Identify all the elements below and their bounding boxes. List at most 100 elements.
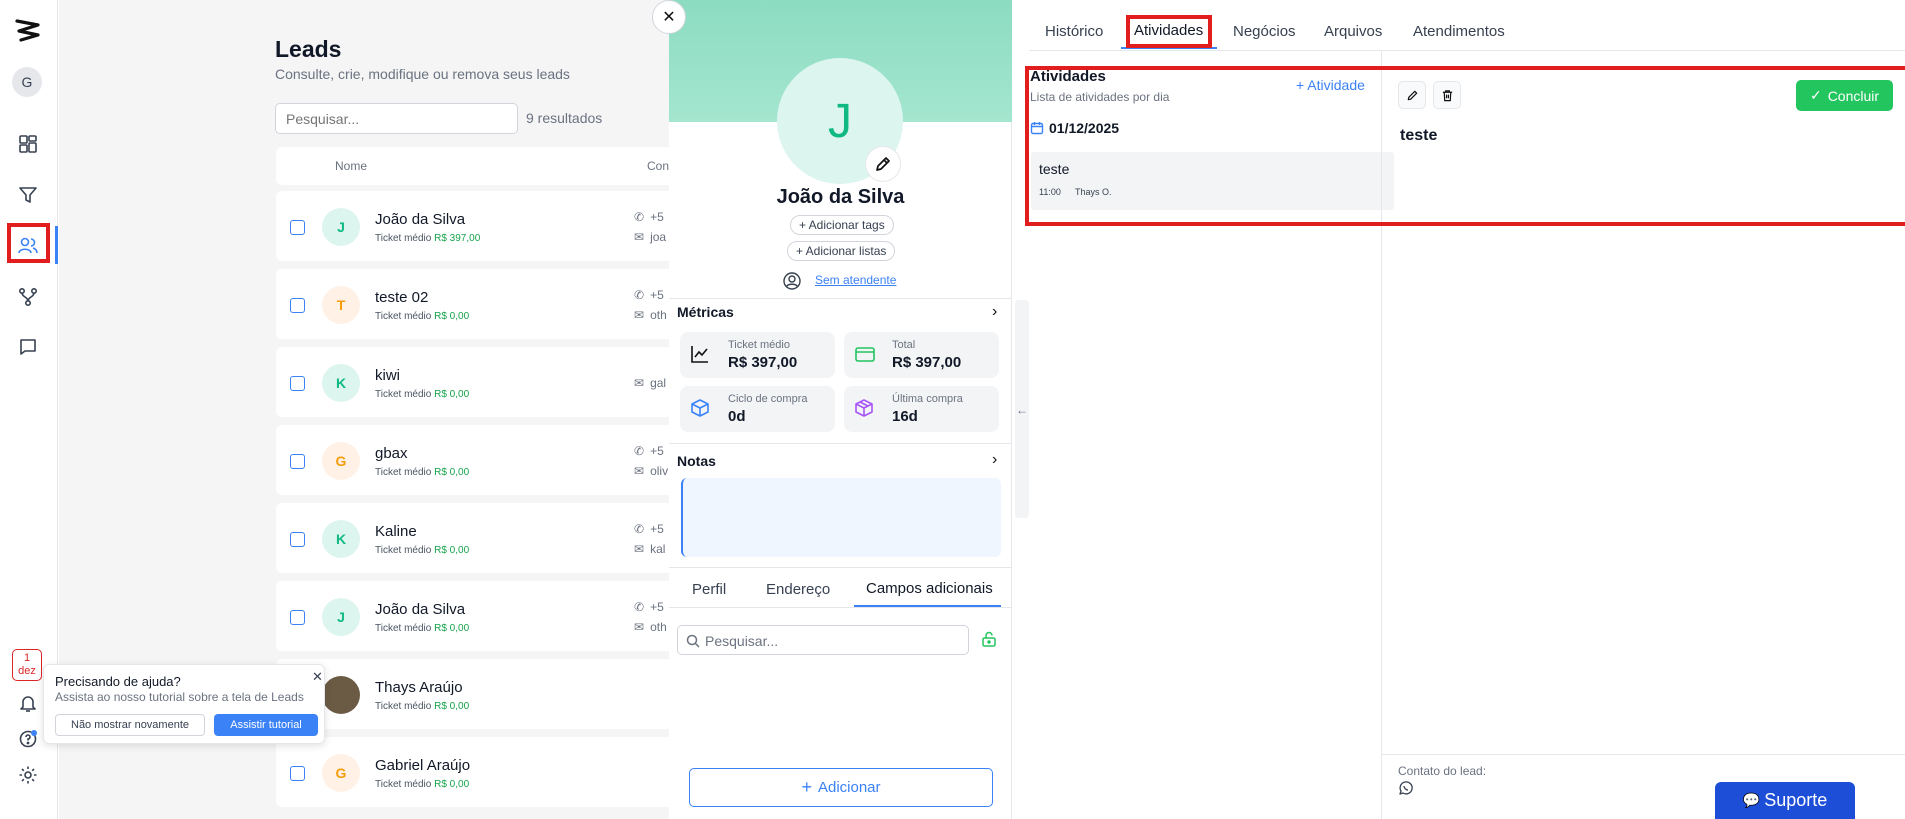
row-checkbox[interactable] (290, 532, 305, 547)
metric-label: Ticket médio (728, 339, 790, 351)
help-popup: Precisando de ajuda? Assista ao nosso tu… (43, 664, 325, 744)
date-badge[interactable]: 1 dez (12, 649, 42, 681)
ticket-info: Ticket médio R$ 0,00 (375, 779, 469, 790)
email-value: oth (650, 620, 667, 634)
row-checkbox[interactable] (290, 220, 305, 235)
phone-contact: ✆ +5 (634, 210, 664, 224)
metric-cycle: Ciclo de compra 0d (680, 386, 835, 432)
unlock-icon[interactable] (981, 631, 997, 647)
watch-tutorial-button[interactable]: Assistir tutorial (214, 714, 318, 736)
whatsapp-icon[interactable] (1398, 780, 1414, 796)
email-value: oliv (650, 464, 669, 478)
support-button[interactable]: 💬 Suporte (1715, 782, 1855, 819)
lead-name: Gabriel Araújo (375, 757, 471, 774)
leads-search-input[interactable] (275, 103, 518, 134)
table-row[interactable]: Kkiwi Ticket médio R$ 0,00 ✉ gal (276, 347, 686, 417)
ticket-value: R$ 0,00 (434, 467, 470, 478)
mail-icon: ✉ (634, 620, 645, 634)
search-icon (686, 634, 700, 648)
row-checkbox[interactable] (290, 610, 305, 625)
table-row[interactable]: J João da Silva Ticket médio R$ 397,00 ✆ +5 ✉… (276, 191, 686, 261)
add-tags-button[interactable]: + Adicionar tags (790, 215, 894, 235)
chevron-right-icon[interactable]: › (992, 451, 997, 469)
date-day: 1 (23, 652, 31, 664)
arrow-left-icon[interactable]: ← (1016, 403, 1028, 417)
highlight-atividades-tab (1126, 15, 1212, 48)
logo-icon[interactable] (14, 16, 42, 44)
tab-perfil[interactable]: Perfil (692, 581, 726, 598)
ticket-value: R$ 0,00 (434, 545, 470, 556)
row-checkbox[interactable] (290, 376, 305, 391)
dismiss-button[interactable]: Não mostrar novamente (55, 714, 205, 736)
ticket-label: Ticket médio (375, 779, 432, 790)
highlight-activities-area (1025, 66, 1905, 226)
email-contact: ✉ joa (634, 230, 666, 244)
email-contact: ✉ kal (634, 542, 665, 556)
metric-last-purchase: Última compra 16d (844, 386, 999, 432)
add-lists-button[interactable]: + Adicionar listas (787, 241, 896, 261)
ticket-info: Ticket médio R$ 0,00 (375, 701, 469, 712)
tab-negocios[interactable]: Negócios (1233, 23, 1296, 40)
mail-icon: ✉ (634, 308, 645, 322)
close-panel-icon[interactable]: ✕ (652, 0, 686, 34)
table-row[interactable]: Ggbax Ticket médio R$ 0,00 ✆ +5 ✉ oliv (276, 425, 686, 495)
avatar: G (322, 442, 360, 480)
phone-value: +5 (650, 210, 664, 224)
tab-historico[interactable]: Histórico (1045, 23, 1103, 40)
lead-name: João da Silva (776, 186, 905, 208)
add-button[interactable]: + Adicionar (689, 768, 993, 807)
fields-search[interactable]: Pesquisar... (677, 625, 969, 655)
phone-value: +5 (650, 522, 664, 536)
tab-campos-adicionais[interactable]: Campos adicionais (866, 580, 993, 597)
metric-ticket: Ticket médio R$ 397,00 (680, 332, 835, 378)
flow-icon[interactable] (14, 283, 42, 311)
ticket-info: Ticket médio R$ 397,00 (375, 233, 480, 244)
ticket-value: R$ 0,00 (434, 311, 470, 322)
row-checkbox[interactable] (290, 766, 305, 781)
phone-icon: ✆ (634, 288, 645, 302)
table-row[interactable]: Tteste 02 Ticket médio R$ 0,00 ✆ +5 ✉ oth (276, 269, 686, 339)
tab-atendimentos[interactable]: Atendimentos (1413, 23, 1505, 40)
phone-value: +5 (650, 288, 664, 302)
tab-endereco[interactable]: Endereço (766, 581, 830, 598)
ticket-value: R$ 0,00 (434, 623, 470, 634)
email-value: gal (650, 376, 667, 390)
attendant-link[interactable]: Sem atendente (815, 273, 896, 287)
email-value: kal (650, 542, 666, 556)
tab-arquivos[interactable]: Arquivos (1324, 23, 1382, 40)
divider (1382, 754, 1905, 755)
table-row[interactable]: K Kaline Ticket médio R$ 0,00 ✆ +5 ✉ kal (276, 503, 686, 573)
col-name: Nome (335, 159, 368, 173)
help-text: Assista ao nosso tutorial sobre a tela d… (55, 690, 304, 704)
email-contact: ✉ oliv (634, 464, 668, 478)
notes-textarea[interactable] (681, 478, 1001, 557)
ticket-label: Ticket médio (375, 467, 432, 478)
lead-name: gbax (375, 445, 408, 462)
edit-pencil-icon[interactable] (865, 146, 901, 182)
chat-icon[interactable] (14, 333, 42, 361)
table-row[interactable]: J João da Silva Ticket médio R$ 0,00 ✆ +5 ✉ ot… (276, 581, 686, 651)
help-icon[interactable] (14, 725, 42, 753)
lead-name: kiwi (375, 367, 400, 384)
table-row[interactable]: G Gabriel Araújo Ticket médio R$ 0,00 (276, 737, 686, 807)
table-row[interactable]: Thays Araújo Ticket médio R$ 0,00 (276, 659, 686, 729)
avatar: G (322, 754, 360, 792)
user-avatar[interactable]: G (12, 67, 42, 97)
row-checkbox[interactable] (290, 298, 305, 313)
lead-name: Kaline (375, 523, 417, 540)
mail-icon: ✉ (634, 230, 645, 244)
ticket-label: Ticket médio (375, 389, 432, 400)
gear-icon[interactable] (14, 761, 42, 789)
metrics-title: Métricas (677, 304, 734, 320)
avatar: J (322, 208, 360, 246)
filter-icon[interactable] (14, 181, 42, 209)
bell-icon[interactable] (14, 689, 42, 717)
page-subtitle: Consulte, crie, modifique ou remova seus… (275, 66, 570, 82)
metric-value: R$ 397,00 (728, 354, 798, 371)
close-icon[interactable]: ✕ (312, 669, 323, 685)
dashboard-icon[interactable] (14, 130, 42, 158)
lead-panel: J João da Silva + Adicionar tags + Adici… (669, 0, 1012, 819)
row-checkbox[interactable] (290, 454, 305, 469)
avatar: T (322, 286, 360, 324)
chevron-right-icon[interactable]: › (992, 303, 997, 321)
